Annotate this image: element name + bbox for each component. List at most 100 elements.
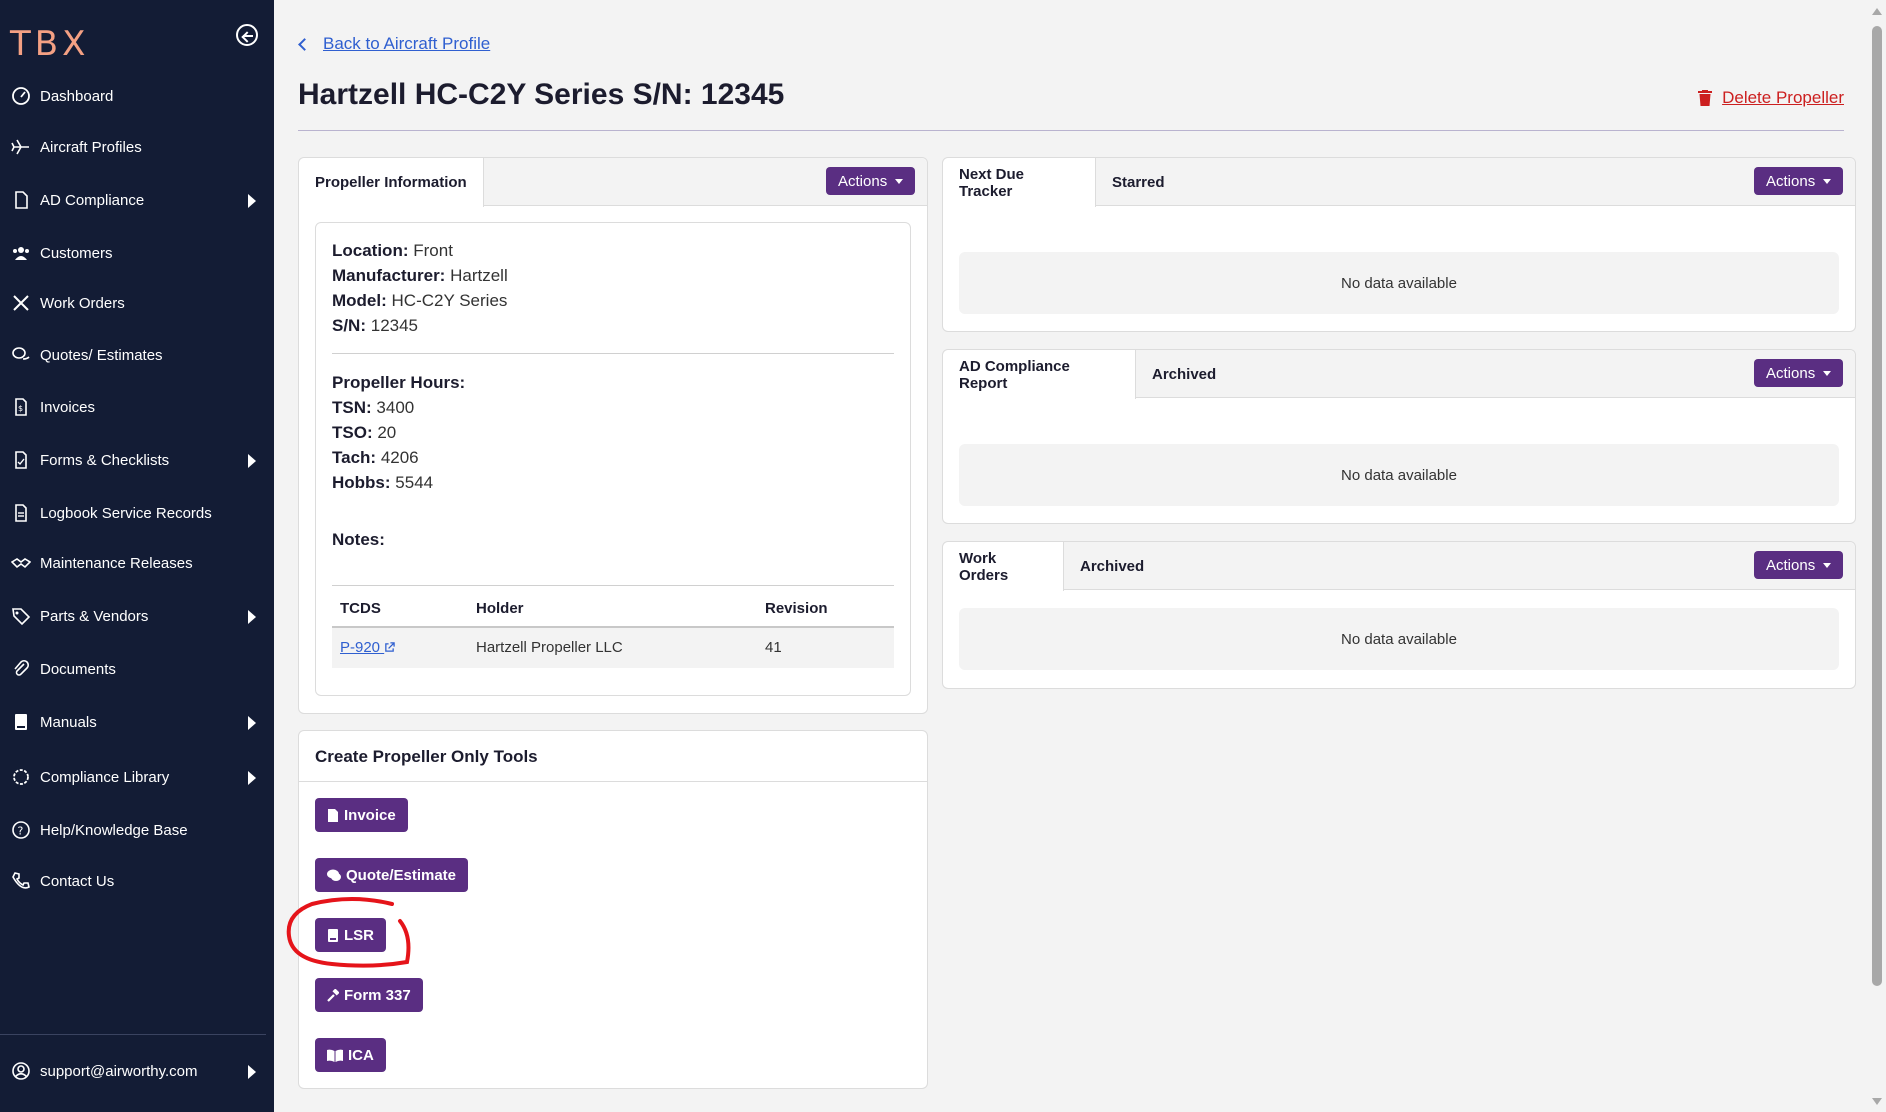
tab-work-orders[interactable]: Work Orders [943, 542, 1064, 591]
manufacturer-row: Manufacturer: Hartzell [332, 266, 508, 286]
expand-caret-icon [248, 610, 256, 624]
svg-text:?: ? [18, 825, 24, 838]
tcds-link[interactable]: P-920 [340, 639, 395, 656]
create-invoice-button[interactable]: Invoice [315, 798, 408, 832]
tab-archived[interactable]: Archived [1064, 542, 1160, 590]
dashboard-icon [10, 85, 32, 107]
next-due-tracker-card: Next Due Tracker Starred Actions No data… [942, 157, 1856, 332]
users-icon [10, 242, 32, 264]
sidebar-item-invoices[interactable]: $ Invoices [0, 385, 274, 429]
work-orders-actions-button[interactable]: Actions [1754, 551, 1844, 579]
tab-propeller-information[interactable]: Propeller Information [299, 158, 484, 207]
model-row: Model: HC-C2Y Series [332, 291, 507, 311]
caret-down-icon [895, 178, 904, 184]
sidebar-item-ad-compliance[interactable]: AD Compliance [0, 178, 274, 222]
notes-row: Notes: [332, 530, 385, 550]
tbx-logo[interactable]: TBX [10, 24, 89, 64]
tso-value: 20 [377, 423, 397, 442]
button-label: LSR [344, 926, 374, 944]
tab-starred[interactable]: Starred [1096, 158, 1181, 206]
scroll-down-icon[interactable] [1872, 1098, 1882, 1105]
button-label: ICA [348, 1046, 374, 1064]
hobbs-value: 5544 [395, 473, 434, 492]
sidebar-item-label: Parts & Vendors [40, 607, 149, 625]
sidebar-item-manuals[interactable]: Manuals [0, 700, 274, 744]
ad-actions-button[interactable]: Actions [1754, 359, 1844, 387]
sidebar-item-maintenance-releases[interactable]: Maintenance Releases [0, 541, 274, 585]
work-orders-card: Work Orders Archived Actions No data ava… [942, 541, 1856, 689]
delete-propeller-link[interactable]: Delete Propeller [1698, 88, 1844, 108]
tab-archived[interactable]: Archived [1136, 350, 1232, 398]
tools-card-title: Create Propeller Only Tools [315, 747, 538, 766]
tag-icon [10, 605, 32, 627]
collapse-sidebar-icon[interactable] [236, 24, 258, 46]
hobbs-row: Hobbs: 5544 [332, 473, 433, 493]
sidebar-item-documents[interactable]: Documents [0, 647, 274, 691]
user-email: support@airworthy.com [40, 1062, 198, 1080]
sidebar-item-help-knowledge-base[interactable]: ? Help/Knowledge Base [0, 808, 274, 852]
trash-icon [1698, 90, 1713, 106]
empty-state: No data available [959, 252, 1839, 314]
expand-caret-icon [248, 454, 256, 468]
button-label: Quote/Estimate [346, 866, 457, 884]
open-book-icon [327, 1049, 343, 1062]
propeller-hours-heading: Propeller Hours: [332, 373, 465, 393]
title-divider [298, 130, 1844, 131]
sidebar-item-label: AD Compliance [40, 191, 145, 209]
chat-icon [10, 344, 32, 366]
sidebar-item-logbook-service-records[interactable]: Logbook Service Records [0, 491, 274, 535]
sidebar-item-parts-vendors[interactable]: Parts & Vendors [0, 594, 274, 638]
airplane-icon [10, 136, 32, 158]
form-icon [10, 449, 32, 471]
location-value: Front [413, 241, 453, 260]
create-ica-button[interactable]: ICA [315, 1038, 386, 1072]
card-header: Work Orders Archived Actions [943, 542, 1855, 591]
tsn-value: 3400 [376, 398, 415, 417]
sidebar-user-menu[interactable]: support@airworthy.com [0, 1049, 274, 1093]
hours-label: Propeller Hours: [332, 373, 466, 392]
sidebar-item-contact-us[interactable]: Contact Us [0, 859, 274, 903]
tab-next-due-tracker[interactable]: Next Due Tracker [943, 158, 1096, 207]
table-row: P-920 Hartzell Propeller LLC 41 [332, 628, 894, 668]
sidebar-item-forms-checklists[interactable]: Forms & Checklists [0, 438, 274, 482]
logbook-icon [328, 928, 338, 942]
sidebar-item-compliance-library[interactable]: Compliance Library [0, 755, 274, 799]
tools-card-divider [299, 781, 927, 782]
propeller-information-card: Propeller Information Actions Location: … [298, 157, 928, 714]
card-header: Next Due Tracker Starred Actions [943, 158, 1855, 207]
create-quote-estimate-button[interactable]: Quote/Estimate [315, 858, 469, 892]
sidebar-item-aircraft-profiles[interactable]: Aircraft Profiles [0, 125, 274, 169]
card-header: Propeller Information Actions [299, 158, 927, 207]
button-label: Form 337 [344, 986, 411, 1004]
location-row: Location: Front [332, 241, 453, 261]
sidebar-item-quotes-estimates[interactable]: Quotes/ Estimates [0, 333, 274, 377]
logbook-icon [10, 502, 32, 524]
create-lsr-button[interactable]: LSR [315, 918, 386, 952]
tab-ad-compliance-report[interactable]: AD Compliance Report [943, 350, 1136, 399]
table-header-holder: Holder [476, 600, 524, 617]
sidebar-item-label: Work Orders [40, 294, 125, 312]
tsn-label: TSN: [332, 398, 372, 417]
tso-label: TSO: [332, 423, 373, 442]
manufacturer-value: Hartzell [450, 266, 508, 285]
propeller-actions-button[interactable]: Actions [826, 167, 916, 195]
invoice-icon: $ [10, 396, 32, 418]
page-scrollbar[interactable] [1868, 0, 1886, 1112]
sidebar-item-dashboard[interactable]: Dashboard [0, 74, 274, 118]
sidebar-item-label: Customers [40, 244, 113, 262]
invoice-icon [328, 808, 338, 822]
sidebar-item-work-orders[interactable]: Work Orders [0, 281, 274, 325]
expand-caret-icon [248, 716, 256, 730]
actions-label: Actions [1766, 172, 1816, 190]
tach-row: Tach: 4206 [332, 448, 419, 468]
scrollbar-thumb[interactable] [1872, 26, 1882, 986]
sidebar-item-customers[interactable]: Customers [0, 231, 274, 275]
sn-value: 12345 [370, 316, 419, 335]
expand-caret-icon [248, 1065, 256, 1079]
back-to-aircraft-profile-link[interactable]: Back to Aircraft Profile [296, 34, 490, 54]
scroll-up-icon[interactable] [1872, 8, 1882, 15]
sidebar-item-label: Dashboard [40, 87, 114, 105]
empty-state: No data available [959, 608, 1839, 670]
create-form-337-button[interactable]: Form 337 [315, 978, 423, 1012]
next-due-actions-button[interactable]: Actions [1754, 167, 1844, 195]
